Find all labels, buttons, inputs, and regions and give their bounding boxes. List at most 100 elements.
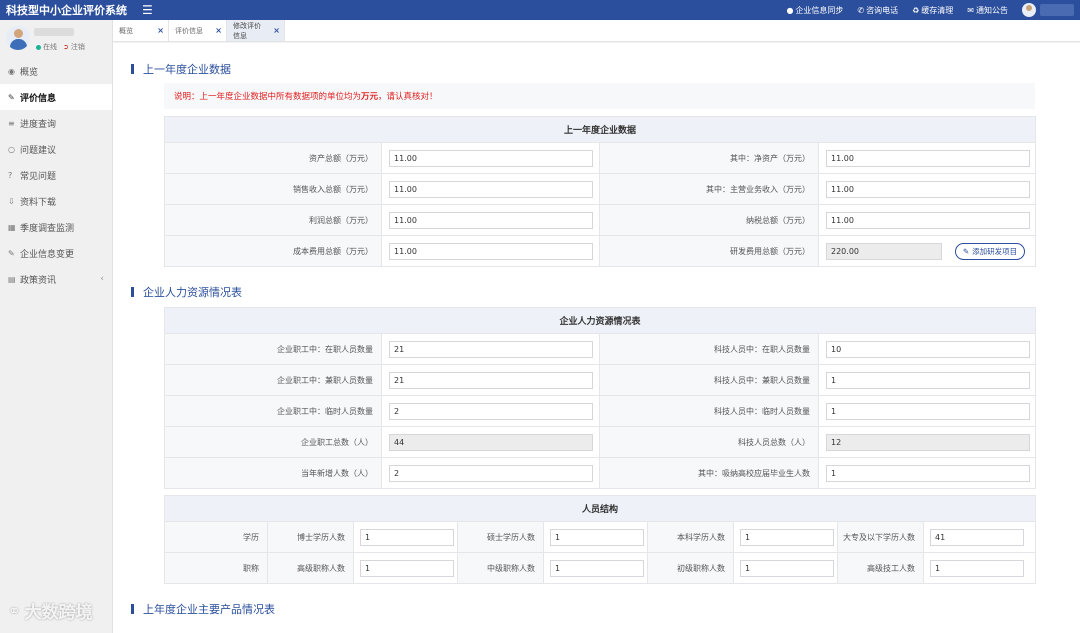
field-label: 当年新增人数（人） <box>164 457 382 489</box>
table-row: 利润总额（万元） 纳税总额（万元） <box>164 204 1037 236</box>
field-label: 本科学历人数 <box>647 521 734 553</box>
add-rd-project-button[interactable]: ✎ 添加研发项目 <box>954 242 1026 260</box>
top-actions: ● 企业信息同步 ✆ 咨询电话 ♻ 缓存清理 ✉ 通知公告 <box>772 0 1080 20</box>
section-title-hr: 企业人力资源情况表 <box>131 284 242 300</box>
top-bar: 科技型中小企业评价系统 ☰ ● 企业信息同步 ✆ 咨询电话 ♻ 缓存清理 ✉ 通… <box>0 0 1080 20</box>
sidebar-item-faq[interactable]: ? 常见问题 <box>0 162 112 188</box>
table-header: 上一年度企业数据 <box>163 116 1037 143</box>
watermark-text: 大数跨境 <box>24 603 93 623</box>
close-icon[interactable]: × <box>157 26 164 35</box>
sidebar-item-evaluation-info[interactable]: ✎ 评价信息 <box>0 84 112 110</box>
clear-cache-button[interactable]: ♻ 缓存清理 <box>912 5 953 16</box>
sidebar-item-suggestions[interactable]: ○ 问题建议 <box>0 136 112 162</box>
total-tax-input[interactable] <box>826 211 1030 229</box>
section-title-last-year-data: 上一年度企业数据 <box>131 61 231 77</box>
sync-enterprise-info-button[interactable]: ● 企业信息同步 <box>786 5 843 16</box>
field-label: 纳税总额（万元） <box>599 204 819 236</box>
app-title: 科技型中小企业评价系统 <box>6 4 127 17</box>
sidebar-item-policy-news[interactable]: ▤ 政策资讯 ‹ <box>0 266 112 292</box>
field-label: 中级职称人数 <box>457 552 544 584</box>
user-name-blurred[interactable] <box>1040 4 1074 16</box>
mid-title-count-input[interactable] <box>550 559 644 577</box>
senior-title-count-input[interactable] <box>360 559 454 577</box>
chevron-left-icon: ‹ <box>100 274 104 284</box>
tech-temporary-input[interactable] <box>826 402 1030 420</box>
notice-unit: 万元 <box>361 92 379 102</box>
net-assets-input[interactable] <box>826 149 1030 167</box>
clear-cache-label: 缓存清理 <box>921 5 954 15</box>
add-rd-project-label: 添加研发项目 <box>972 246 1018 256</box>
tech-parttime-input[interactable] <box>826 371 1030 389</box>
sidebar-item-progress[interactable]: ≡ 进度查询 <box>0 110 112 136</box>
user-icon: ● <box>786 5 794 15</box>
notice-button[interactable]: ✉ 通知公告 <box>967 5 1008 16</box>
total-profit-input[interactable] <box>389 211 593 229</box>
staff-fulltime-input[interactable] <box>389 340 593 358</box>
field-label: 高级职称人数 <box>267 552 354 584</box>
user-profile: 在线 ➲ 注销 <box>0 20 112 58</box>
sidebar-item-label: 问题建议 <box>20 145 57 156</box>
menu-toggle-icon[interactable]: ☰ <box>142 3 153 17</box>
sidebar-item-label: 政策资讯 <box>20 275 57 286</box>
graduates-hired-input[interactable] <box>826 464 1030 482</box>
sidebar-item-label: 季度调查监测 <box>20 223 75 234</box>
staff-temporary-input[interactable] <box>389 402 593 420</box>
doctorate-count-input[interactable] <box>360 528 454 546</box>
grid-icon: ▦ <box>8 222 16 232</box>
main-business-income-input[interactable] <box>826 180 1030 198</box>
table-row: 企业职工中：在职人员数量 科技人员中：在职人员数量 <box>164 333 1037 365</box>
consult-phone-button[interactable]: ✆ 咨询电话 <box>857 5 898 16</box>
section-title-main-products: 上年度企业主要产品情况表 <box>131 601 275 617</box>
staff-total-input <box>389 433 593 451</box>
sidebar: 在线 ➲ 注销 ◉ 概览 ✎ 评价信息 ≡ 进度查询 ○ 问题建议 ? 常见问题… <box>0 20 113 633</box>
table-row: 企业职工中：兼职人员数量 科技人员中：兼职人员数量 <box>164 364 1037 396</box>
tab-edit-evaluation-info[interactable]: 修改评价信息 × <box>227 20 285 41</box>
sidebar-item-info-change[interactable]: ✎ 企业信息变更 <box>0 240 112 266</box>
new-hires-input[interactable] <box>389 464 593 482</box>
table-row: 销售收入总额（万元） 其中：主营业务收入（万元） <box>164 173 1037 205</box>
hr-table: 企业人力资源情况表 企业职工中：在职人员数量 科技人员中：在职人员数量 企业职工… <box>163 307 1037 489</box>
bachelor-count-input[interactable] <box>740 528 834 546</box>
logout-link[interactable]: 注销 <box>71 42 85 52</box>
sidebar-item-downloads[interactable]: ⇩ 资料下载 <box>0 188 112 214</box>
senior-technician-count-input[interactable] <box>930 559 1024 577</box>
tab-evaluation-info[interactable]: 评价信息 × <box>169 20 227 41</box>
tab-label: 评价信息 <box>175 26 203 35</box>
college-below-count-input[interactable] <box>930 528 1024 546</box>
field-label: 企业职工中：兼职人员数量 <box>164 364 382 396</box>
question-icon: ? <box>8 170 13 180</box>
table-row: 企业职工总数（人） 科技人员总数（人） <box>164 426 1037 458</box>
progress-icon: ≡ <box>8 118 15 128</box>
sidebar-item-label: 常见问题 <box>20 171 57 182</box>
field-label: 硕士学历人数 <box>457 521 544 553</box>
field-label: 利润总额（万元） <box>164 204 382 236</box>
total-assets-input[interactable] <box>389 149 593 167</box>
close-icon[interactable]: × <box>215 26 222 35</box>
total-sales-input[interactable] <box>389 180 593 198</box>
user-avatar[interactable] <box>1022 3 1036 17</box>
field-label: 其中：主营业务收入（万元） <box>599 173 819 205</box>
table-row: 企业职工中：临时人员数量 科技人员中：临时人员数量 <box>164 395 1037 427</box>
master-count-input[interactable] <box>550 528 644 546</box>
phone-icon: ✆ <box>857 5 865 15</box>
status-online: 在线 <box>43 43 57 51</box>
tab-overview[interactable]: 概览 × <box>113 20 169 41</box>
table-header: 人员结构 <box>163 495 1037 522</box>
total-cost-input[interactable] <box>389 242 593 260</box>
staff-parttime-input[interactable] <box>389 371 593 389</box>
edit-icon: ✎ <box>8 248 15 258</box>
tab-strip: 概览 × 评价信息 × 修改评价信息 × <box>113 20 1080 42</box>
sidebar-item-quarterly-survey[interactable]: ▦ 季度调查监测 <box>0 214 112 240</box>
sidebar-item-label: 资料下载 <box>20 197 57 208</box>
mail-icon: ✉ <box>967 5 974 15</box>
field-label: 企业职工中：临时人员数量 <box>164 395 382 427</box>
tech-fulltime-input[interactable] <box>826 340 1030 358</box>
table-row: 职称 高级职称人数 中级职称人数 初级职称人数 高级技工人数 <box>164 552 1037 584</box>
close-icon[interactable]: × <box>273 26 280 35</box>
sidebar-item-label: 企业信息变更 <box>20 249 75 260</box>
junior-title-count-input[interactable] <box>740 559 834 577</box>
notice-suffix: ，请认真核对！ <box>378 92 438 102</box>
sidebar-item-overview[interactable]: ◉ 概览 <box>0 58 112 84</box>
avatar <box>6 26 30 50</box>
rd-expense-input <box>826 242 942 260</box>
